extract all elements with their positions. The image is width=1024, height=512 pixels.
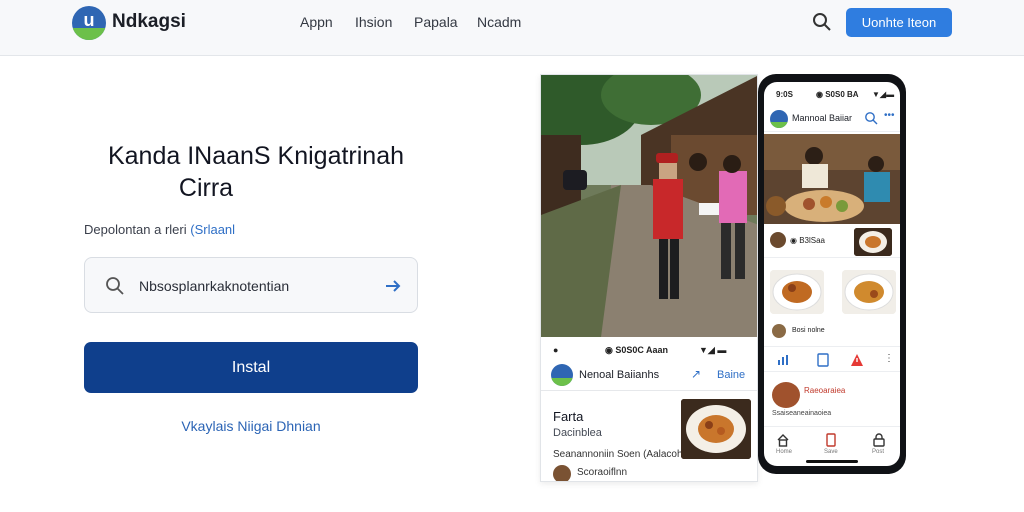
phone-screen: 9:0S ◉ S0S0 BA ▼◢▬ Mannoal Baiiar ••• ◉ … <box>764 82 900 466</box>
phone-app-bar: Mannoal Baiiar ••• <box>764 106 900 132</box>
phone-post-meta: Ssaiseaneainaoiea <box>772 410 832 417</box>
post-title: Farta <box>553 409 584 424</box>
nav-item-1[interactable]: Appn <box>300 14 333 30</box>
phone-status-time: 9:0S <box>776 90 793 99</box>
phone-row[interactable]: Bosi nolne <box>764 322 900 342</box>
search-input[interactable] <box>139 272 369 300</box>
tab-label: Post <box>872 449 885 455</box>
bookmark-icon[interactable] <box>816 353 830 367</box>
chart-icon[interactable] <box>776 353 790 367</box>
post-line: Seanannoniin Soen (Aalacohias <box>553 449 696 460</box>
search-icon <box>106 277 124 295</box>
status-signal: ▼◢ ▬ <box>699 345 727 355</box>
app-name: Nenoal Baiianhs <box>579 369 660 381</box>
post-subtitle: Dacinblea <box>553 427 602 439</box>
hero-subtext: Depolontan a rleri (Srlaanl <box>84 222 235 237</box>
phone-mockup: 9:0S ◉ S0S0 BA ▼◢▬ Mannoal Baiiar ••• ◉ … <box>758 74 906 474</box>
arrow-right-icon[interactable] <box>383 276 403 296</box>
brand-name[interactable]: Ndkagsi <box>112 11 186 33</box>
phone-action-bar: ⋮ <box>764 346 900 372</box>
hero-headline: Kanda INaanS Knigatrinah Cirra <box>86 140 426 204</box>
subtext-label: Depolontan a rleri <box>84 222 187 237</box>
phone-status-signal: ▼◢▬ <box>872 90 895 99</box>
tab-label: Save <box>824 449 838 455</box>
search-icon[interactable] <box>812 12 832 32</box>
alert-icon[interactable] <box>850 353 864 367</box>
tab-label: Home <box>776 449 793 455</box>
status-dot: ● <box>553 345 559 355</box>
phone-app-name: Mannoal Baiiar <box>792 113 853 123</box>
photo-card-post[interactable]: Farta Dacinblea Seanannoniin Soen (Aalac… <box>541 393 757 481</box>
photo-card-status-bar: ● ◉ S0S0C Aaan ▼◢ ▬ <box>541 339 757 361</box>
dish-thumbnail <box>854 228 892 256</box>
post-author: Scoraoiflnn <box>577 467 628 478</box>
phone-row-text: ◉ B3lSaa <box>790 236 825 245</box>
phone-row-text: Bosi nolne <box>792 327 825 334</box>
logo-letter: u <box>83 10 95 30</box>
phone-hero-image <box>764 134 900 224</box>
food-image <box>681 399 751 459</box>
photo-card: ● ◉ S0S0C Aaan ▼◢ ▬ Nenoal Baiianhs ↗ Ba… <box>540 74 758 482</box>
headline-line-2: Cirra <box>178 174 234 202</box>
phone-post-title: Raeoaraiea <box>804 386 846 395</box>
more-icon[interactable]: ••• <box>884 110 895 121</box>
food-tile[interactable] <box>842 270 896 314</box>
village-photo <box>541 75 757 337</box>
food-image <box>772 382 800 408</box>
nav-item-2[interactable]: Ihsion <box>355 14 392 30</box>
header-cta-button[interactable]: Uonhte Iteon <box>846 8 952 37</box>
nav-item-4[interactable]: Ncadm <box>477 14 521 30</box>
app-logo-icon <box>551 364 573 386</box>
avatar <box>770 232 786 248</box>
home-indicator <box>806 460 858 463</box>
subtext-link[interactable]: (Srlaanl <box>190 222 235 237</box>
lock-icon[interactable] <box>872 433 886 447</box>
search-icon[interactable] <box>864 111 878 125</box>
app-logo-icon <box>770 110 788 128</box>
search-field[interactable] <box>84 257 418 313</box>
brand-logo-icon[interactable]: u <box>72 6 106 40</box>
secondary-link[interactable]: Vkaylais Niigai Dhnian <box>84 418 418 434</box>
avatar <box>772 324 786 338</box>
status-time: ◉ S0S0C Aaan <box>605 345 669 355</box>
bookmark-icon[interactable] <box>824 433 838 447</box>
phone-post[interactable]: Raeoaraiea Ssaiseaneainaoiea <box>764 378 900 418</box>
home-icon[interactable] <box>776 433 790 447</box>
top-header: u Ndkagsi Appn Ihsion Papala Ncadm Uonht… <box>0 0 1024 56</box>
phone-food-tiles <box>764 270 900 320</box>
photo-card-app-bar: Nenoal Baiianhs ↗ Baine <box>541 361 757 391</box>
phone-status-bar: 9:0S ◉ S0S0 BA ▼◢▬ <box>764 88 900 102</box>
phone-status-mid: ◉ S0S0 BA <box>816 90 859 99</box>
headline-line-1: Kanda INaanS Knigatrinah <box>107 142 405 170</box>
food-tile[interactable] <box>770 270 824 314</box>
phone-row[interactable]: ◉ B3lSaa <box>764 228 900 258</box>
avatar <box>553 465 571 481</box>
nav-item-3[interactable]: Papala <box>414 14 458 30</box>
more-icon[interactable]: ⋮ <box>884 353 898 367</box>
share-icon[interactable]: ↗ <box>691 367 701 381</box>
share-button[interactable]: Baine <box>717 369 745 381</box>
install-button[interactable]: Instal <box>84 342 418 393</box>
